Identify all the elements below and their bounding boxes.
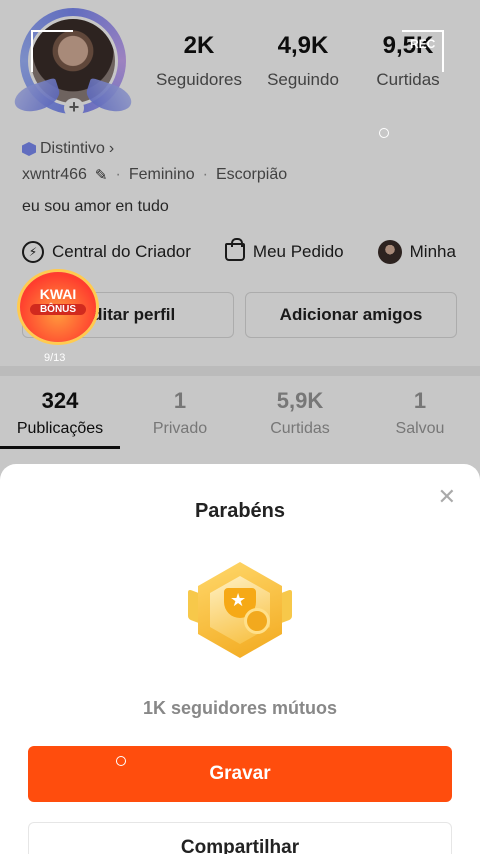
share-button[interactable]: Compartilhar [28, 822, 452, 854]
achievement-sheet: ✕ Parabéns ★ 1K seguidores mútuos Gravar… [0, 464, 480, 854]
sheet-title: Parabéns [194, 500, 286, 522]
bonus-title: KWAI [39, 286, 77, 302]
record-button[interactable]: Gravar [28, 746, 452, 802]
star-icon: ★ [230, 590, 247, 610]
bonus-counter: 9/13 [44, 352, 66, 364]
profile-page: + 2K Seguidores 4,9K Seguindo 9,5K Curti… [0, 0, 480, 854]
recorder-frame-corner [31, 30, 73, 72]
bonus-subtitle: BÔNUS [30, 304, 86, 315]
touch-indicator-icon [116, 756, 126, 766]
touch-indicator-icon [379, 128, 389, 138]
kwai-bonus-widget[interactable]: KWAI BÔNUS [20, 272, 96, 342]
film-reel-icon [244, 608, 270, 634]
recording-label: REC [410, 37, 436, 51]
trophy-icon: ★ [188, 562, 292, 658]
achievement-text: 1K seguidores mútuos [142, 698, 338, 718]
